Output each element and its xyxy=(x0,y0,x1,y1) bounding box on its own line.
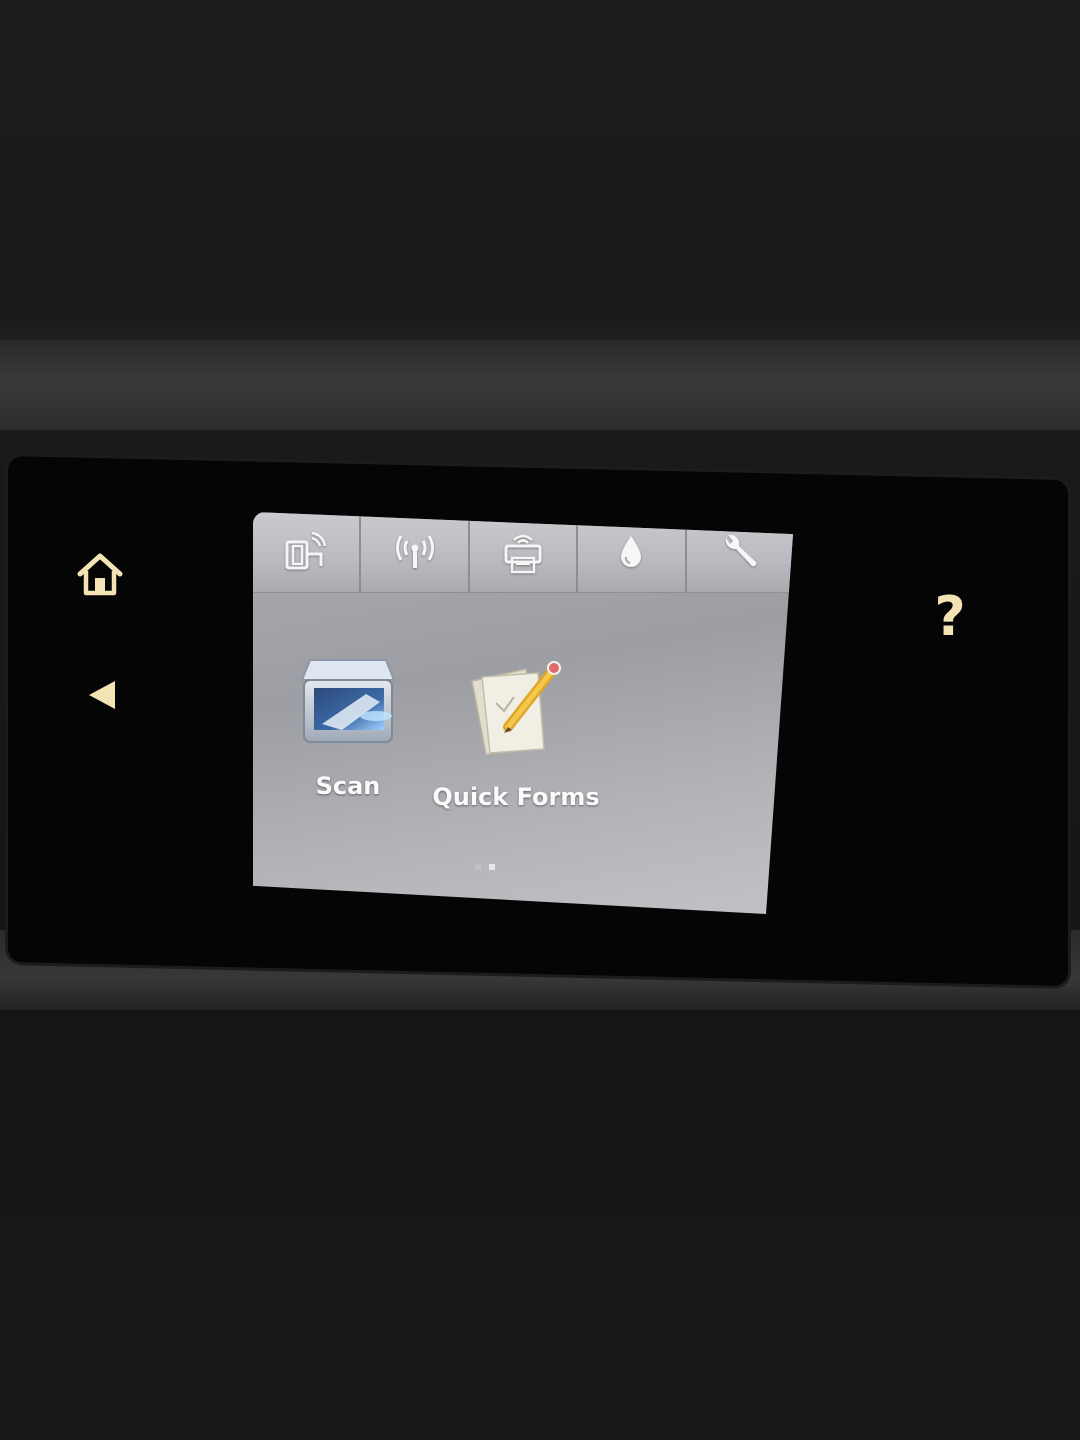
touchscreen: Scan Quick Forms xyxy=(253,512,793,914)
scan-app[interactable]: Scan xyxy=(293,654,403,800)
help-button[interactable]: ? xyxy=(920,584,980,648)
eprint-icon xyxy=(504,534,542,574)
tab-wireless-direct[interactable] xyxy=(253,512,362,592)
page-indicator xyxy=(475,864,495,870)
wireless-direct-icon xyxy=(285,532,327,570)
ink-icon xyxy=(621,536,642,567)
scan-label: Scan xyxy=(315,772,381,800)
tab-wireless[interactable] xyxy=(361,512,470,592)
back-button[interactable] xyxy=(78,672,124,718)
wireless-icon xyxy=(395,535,434,568)
quick-forms-label: Quick Forms xyxy=(432,783,600,811)
printer-top-edge xyxy=(0,340,1080,430)
home-icon xyxy=(77,553,123,596)
quick-forms-app[interactable]: Quick Forms xyxy=(431,657,601,811)
scanner-icon xyxy=(300,659,396,743)
help-icon: ? xyxy=(934,584,966,648)
setup-wrench-icon xyxy=(725,534,757,567)
quick-forms-icon xyxy=(471,661,561,756)
back-arrow-icon xyxy=(89,681,115,709)
page-dot-1 xyxy=(475,864,481,870)
home-button[interactable] xyxy=(72,548,128,600)
page-dot-2 xyxy=(489,864,495,870)
